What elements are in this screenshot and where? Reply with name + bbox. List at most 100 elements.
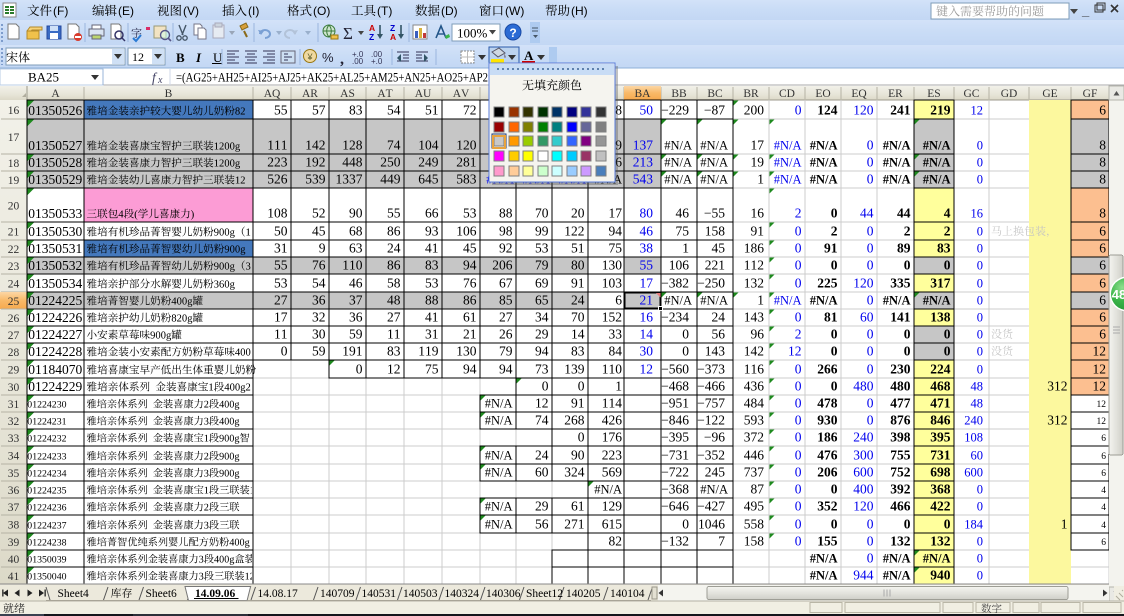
- svg-text:0: 0: [795, 430, 802, 445]
- svg-text:312: 312: [1047, 413, 1067, 428]
- svg-text:731: 731: [930, 448, 951, 463]
- svg-text:223: 223: [602, 448, 623, 463]
- svg-text:AV: AV: [453, 88, 470, 100]
- svg-text:944: 944: [853, 568, 874, 583]
- svg-text:45: 45: [312, 224, 326, 239]
- svg-text:99: 99: [535, 224, 549, 239]
- svg-text:37: 37: [8, 502, 20, 514]
- svg-text:600: 600: [853, 465, 874, 480]
- svg-text:245: 245: [705, 465, 726, 480]
- svg-text:#N/A: #N/A: [810, 569, 838, 583]
- svg-text:930: 930: [817, 413, 838, 428]
- svg-text:0: 0: [795, 396, 802, 411]
- svg-text:,: ,: [340, 51, 344, 68]
- svg-text:600: 600: [964, 466, 983, 480]
- svg-text:−468: −468: [661, 379, 689, 394]
- svg-text:73: 73: [535, 362, 549, 377]
- svg-text:281: 281: [456, 155, 476, 170]
- svg-text:86: 86: [463, 293, 477, 308]
- svg-text:2: 2: [904, 224, 911, 239]
- svg-text:AS: AS: [340, 88, 355, 100]
- svg-text:GF: GF: [1083, 88, 1098, 100]
- svg-text:22: 22: [8, 244, 20, 256]
- svg-text:368: 368: [930, 482, 951, 497]
- svg-text:EQ: EQ: [851, 88, 867, 100]
- svg-text:29: 29: [535, 499, 549, 514]
- svg-text:6: 6: [1101, 469, 1106, 479]
- svg-text:112: 112: [744, 258, 764, 273]
- svg-text:x: x: [157, 75, 163, 86]
- svg-text:446: 446: [744, 448, 765, 463]
- svg-text:38: 38: [640, 241, 654, 256]
- svg-text:33: 33: [609, 327, 623, 342]
- svg-text:29: 29: [8, 364, 20, 376]
- svg-text:CD: CD: [779, 88, 795, 100]
- svg-text:#N/A: #N/A: [810, 552, 838, 566]
- svg-text:01224229: 01224229: [28, 379, 82, 394]
- svg-text:752: 752: [890, 465, 911, 480]
- svg-text:01350531: 01350531: [28, 241, 82, 256]
- svg-text:0: 0: [867, 517, 874, 532]
- svg-text:BA: BA: [635, 88, 652, 100]
- svg-text:94: 94: [609, 224, 623, 239]
- svg-text:448: 448: [342, 155, 363, 170]
- svg-text:48: 48: [971, 397, 984, 411]
- svg-text:206: 206: [492, 258, 513, 273]
- svg-text:0: 0: [944, 258, 951, 273]
- svg-text:(E): (E): [118, 4, 134, 18]
- svg-text:484: 484: [744, 396, 765, 411]
- svg-text:−234: −234: [661, 310, 689, 325]
- svg-text:0: 0: [578, 430, 585, 445]
- svg-text:Σ: Σ: [343, 24, 353, 43]
- svg-text:0: 0: [977, 311, 983, 325]
- svg-text:20: 20: [8, 200, 20, 212]
- svg-text:01350533: 01350533: [28, 206, 82, 221]
- svg-text:17: 17: [274, 310, 288, 325]
- svg-text:1337: 1337: [336, 172, 363, 187]
- svg-text:0: 0: [977, 535, 983, 549]
- svg-text:33: 33: [8, 433, 20, 445]
- svg-text:−250: −250: [697, 276, 725, 291]
- svg-text:940: 940: [930, 568, 951, 583]
- svg-text:0: 0: [867, 224, 874, 239]
- svg-text:466: 466: [890, 499, 911, 514]
- svg-text:41: 41: [425, 241, 439, 256]
- svg-text:53: 53: [463, 206, 477, 221]
- svg-text:#N/A: #N/A: [485, 397, 513, 411]
- svg-text:#N/A: #N/A: [774, 156, 802, 170]
- svg-text:83: 83: [387, 344, 401, 359]
- svg-text:480: 480: [853, 379, 874, 394]
- svg-text:124: 124: [817, 103, 838, 118]
- svg-text:335: 335: [890, 276, 911, 291]
- svg-text:98: 98: [499, 224, 513, 239]
- svg-text:6: 6: [1099, 327, 1106, 342]
- svg-text:¥: ¥: [306, 52, 313, 62]
- svg-text:−395: −395: [661, 430, 689, 445]
- svg-text:21: 21: [463, 327, 477, 342]
- svg-text:−382: −382: [661, 276, 689, 291]
- svg-text:48: 48: [971, 380, 984, 394]
- svg-text:225: 225: [817, 276, 838, 291]
- svg-text:6: 6: [1099, 310, 1106, 325]
- svg-text:137: 137: [633, 138, 654, 153]
- svg-text:0: 0: [795, 534, 802, 549]
- svg-text:#N/A: #N/A: [883, 139, 911, 153]
- svg-text:55: 55: [640, 258, 654, 273]
- svg-text:14.08.17: 14.08.17: [258, 588, 299, 600]
- svg-text:0: 0: [867, 155, 874, 170]
- svg-text:#N/A: #N/A: [810, 294, 838, 308]
- svg-text:110: 110: [342, 258, 363, 273]
- svg-text:28: 28: [8, 347, 20, 359]
- svg-text:0: 0: [867, 534, 874, 549]
- svg-text:11: 11: [387, 327, 401, 342]
- svg-text:6: 6: [1101, 452, 1106, 462]
- svg-text:100%: 100%: [457, 26, 488, 41]
- svg-text:75: 75: [609, 241, 623, 256]
- svg-text:206: 206: [817, 465, 838, 480]
- svg-text:#N/A: #N/A: [700, 139, 728, 153]
- svg-text:6: 6: [1099, 241, 1106, 256]
- svg-text:56: 56: [535, 517, 549, 532]
- svg-text:271: 271: [564, 517, 584, 532]
- svg-text:324: 324: [564, 465, 585, 480]
- svg-text:01350039: 01350039: [27, 555, 66, 566]
